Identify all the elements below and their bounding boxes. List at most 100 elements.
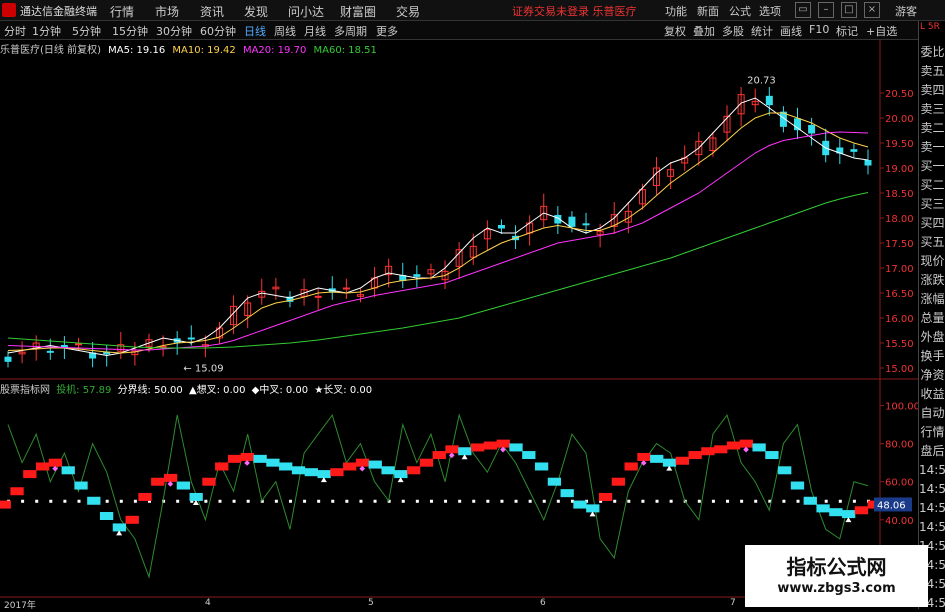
chart-canvas[interactable]: 15.00 15.50 16.00 16.50 17.00 17.50 18.00 18.50… bbox=[0, 0, 918, 609]
y-tick-label: 16.50 bbox=[885, 289, 914, 300]
trend-block bbox=[522, 451, 536, 460]
side-item[interactable]: 涨幅 bbox=[919, 290, 945, 308]
trend-block bbox=[368, 460, 382, 469]
side-item[interactable]: 换手 bbox=[919, 347, 945, 365]
divider-dot bbox=[655, 499, 659, 503]
y-tick-label: 19.00 bbox=[885, 164, 914, 175]
trend-block bbox=[803, 496, 817, 505]
side-item[interactable]: 买五 bbox=[919, 233, 945, 251]
side-item[interactable]: 涨跌 bbox=[919, 271, 945, 289]
trend-block bbox=[624, 462, 638, 471]
divider-dot bbox=[514, 499, 518, 503]
trend-block bbox=[215, 462, 229, 471]
divider-dot bbox=[754, 499, 758, 503]
watermark-url: www.zbgs3.com bbox=[777, 581, 896, 596]
trend-block bbox=[470, 443, 485, 452]
trend-block bbox=[266, 458, 280, 467]
divider-dot bbox=[204, 499, 208, 503]
trend-block bbox=[48, 458, 63, 467]
ma-line-ma20 bbox=[7, 131, 869, 351]
divider-dot bbox=[782, 499, 786, 503]
side-item[interactable]: 14:56 bbox=[919, 499, 945, 517]
divider-dot bbox=[726, 499, 730, 503]
side-item[interactable]: 总量 bbox=[919, 309, 945, 327]
side-item[interactable]: 盘后 bbox=[919, 442, 945, 460]
y-tick-label: 16.00 bbox=[885, 314, 914, 325]
candle-body bbox=[46, 350, 54, 353]
spec-line bbox=[7, 413, 869, 579]
trend-block bbox=[714, 445, 728, 454]
trend-block bbox=[560, 489, 574, 498]
trend-block bbox=[317, 470, 331, 479]
side-item[interactable]: 卖一 bbox=[919, 138, 945, 156]
candle-body bbox=[765, 95, 773, 106]
side-item[interactable]: 卖二 bbox=[919, 119, 945, 137]
side-item[interactable]: 卖五 bbox=[919, 62, 945, 80]
divider-dot bbox=[21, 499, 25, 503]
trend-block bbox=[151, 477, 165, 486]
side-item[interactable]: 净资 bbox=[919, 366, 945, 384]
trend-block bbox=[74, 481, 88, 490]
side-item[interactable]: 收益 bbox=[919, 385, 945, 403]
trend-block bbox=[202, 477, 216, 486]
divider-dot bbox=[500, 499, 504, 503]
trend-block bbox=[675, 456, 689, 465]
side-item[interactable]: 自动 bbox=[919, 404, 945, 422]
x-label: 7 bbox=[730, 598, 736, 608]
trend-block bbox=[23, 470, 37, 479]
side-item[interactable]: 卖三 bbox=[919, 100, 945, 118]
trend-block bbox=[304, 468, 318, 477]
y-tick-label: 20.50 bbox=[885, 89, 914, 100]
divider-dot bbox=[77, 499, 81, 503]
divider-dot bbox=[218, 499, 222, 503]
trend-block bbox=[0, 500, 11, 509]
watermark-title: 指标公式网 bbox=[786, 555, 887, 579]
divider-dot bbox=[458, 499, 462, 503]
divider-dot bbox=[303, 499, 307, 503]
side-item[interactable]: 买二 bbox=[919, 176, 945, 194]
candle-body bbox=[187, 337, 195, 340]
divider-dot bbox=[246, 499, 250, 503]
x-label: 6 bbox=[540, 598, 546, 608]
trend-block bbox=[816, 504, 830, 513]
indicator-name[interactable]: 股票指标网 bbox=[0, 385, 50, 396]
x-label: 2017年 bbox=[4, 601, 36, 611]
divider-dot bbox=[627, 499, 631, 503]
side-item[interactable]: 14:56 bbox=[919, 518, 945, 536]
side-item[interactable]: 现价 bbox=[919, 252, 945, 270]
divider-dot bbox=[796, 499, 800, 503]
side-item[interactable]: 买一 bbox=[919, 157, 945, 175]
trend-block bbox=[407, 466, 421, 475]
side-item[interactable]: 买四 bbox=[919, 214, 945, 232]
side-item[interactable]: 行情 bbox=[919, 423, 945, 441]
trend-block bbox=[842, 510, 856, 519]
divider-dot bbox=[345, 499, 349, 503]
y-tick-label: 17.00 bbox=[885, 264, 914, 275]
x-label: 4 bbox=[205, 598, 211, 608]
trend-block bbox=[790, 481, 805, 490]
trend-block bbox=[394, 470, 408, 479]
trend-block bbox=[279, 462, 293, 471]
trend-block bbox=[573, 500, 587, 509]
y-tick-label: 19.50 bbox=[885, 139, 914, 150]
side-item[interactable]: 卖四 bbox=[919, 81, 945, 99]
trend-block bbox=[650, 454, 664, 463]
side-item[interactable]: 14:56 bbox=[919, 461, 945, 479]
side-item[interactable]: 买三 bbox=[919, 195, 945, 213]
divider-dot bbox=[711, 499, 715, 503]
side-item[interactable]: 外盘 bbox=[919, 328, 945, 346]
annotation-high: 20.73 bbox=[747, 76, 776, 87]
watermark-banner: 指标公式网 www.zbgs3.com bbox=[745, 545, 928, 607]
y-tick-label: 15.00 bbox=[885, 364, 914, 375]
divider-dot bbox=[429, 499, 433, 503]
trend-block bbox=[35, 462, 50, 471]
candle-body bbox=[568, 216, 576, 227]
side-item[interactable]: 14:56 bbox=[919, 480, 945, 498]
cross-diamond-marker bbox=[167, 481, 174, 487]
divider-dot bbox=[373, 499, 377, 503]
y-tick-label: 18.00 bbox=[885, 214, 914, 225]
candle-body bbox=[582, 223, 590, 226]
side-item[interactable]: 委比 bbox=[919, 43, 945, 61]
trend-block bbox=[189, 492, 203, 501]
trend-block bbox=[227, 454, 242, 463]
